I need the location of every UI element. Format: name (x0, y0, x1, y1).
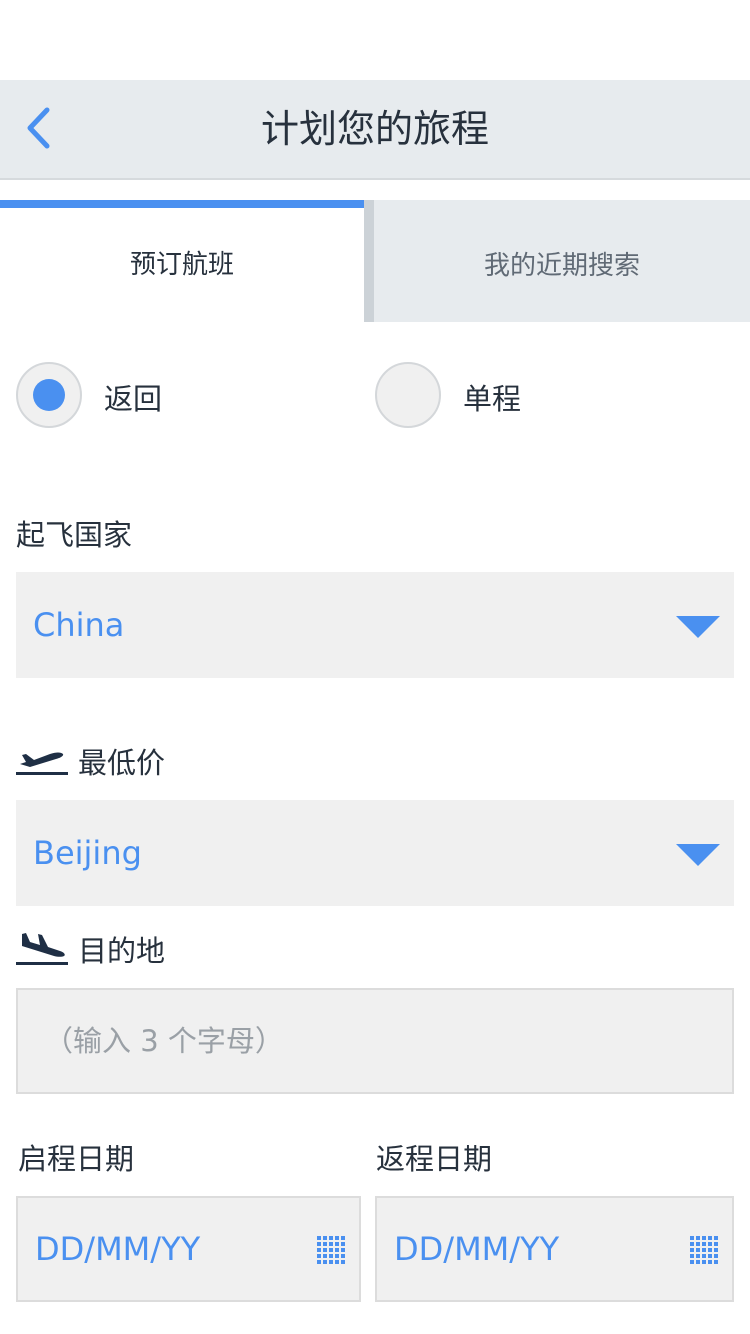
return-date-label: 返程日期 (376, 1142, 493, 1176)
destination-label: 目的地 (78, 934, 166, 968)
tab-recent-searches[interactable]: 我的近期搜索 (374, 200, 750, 322)
back-button[interactable] (18, 98, 58, 158)
departure-country-value: China (33, 606, 125, 644)
page-title: 计划您的旅程 (260, 107, 489, 151)
one-way-radio[interactable] (375, 362, 441, 428)
tab-book-flight-label: 预订航班 (129, 250, 234, 280)
origin-label: 最低价 (78, 746, 166, 780)
nav-header: 计划您的旅程 (0, 80, 750, 180)
plane-landing-icon (16, 933, 68, 965)
destination-field[interactable] (16, 988, 734, 1094)
tab-book-flight[interactable]: 预订航班 (0, 200, 364, 322)
origin-value: Beijing (33, 834, 142, 872)
return-date-placeholder: DD/MM/YY (394, 1230, 560, 1268)
tab-divider (364, 200, 374, 322)
depart-date-placeholder: DD/MM/YY (35, 1230, 201, 1268)
departure-country-label: 起飞国家 (16, 518, 133, 552)
tab-recent-searches-label: 我的近期搜索 (483, 251, 640, 281)
departure-country-select[interactable]: China (16, 572, 734, 678)
radio-selected-dot (33, 379, 65, 411)
one-way-radio-label: 单程 (463, 382, 522, 416)
return-radio-label: 返回 (104, 382, 163, 416)
chevron-down-icon (676, 616, 720, 638)
chevron-down-icon (676, 844, 720, 866)
calendar-icon[interactable] (317, 1236, 345, 1264)
depart-date-label: 启程日期 (18, 1142, 135, 1176)
destination-input[interactable] (18, 990, 732, 1092)
return-date-field[interactable]: DD/MM/YY (375, 1196, 734, 1302)
calendar-icon[interactable] (690, 1236, 718, 1264)
return-radio[interactable] (16, 362, 82, 428)
depart-date-field[interactable]: DD/MM/YY (16, 1196, 361, 1302)
chevron-left-icon (27, 107, 50, 149)
origin-select[interactable]: Beijing (16, 800, 734, 906)
plane-takeoff-icon (16, 752, 68, 775)
